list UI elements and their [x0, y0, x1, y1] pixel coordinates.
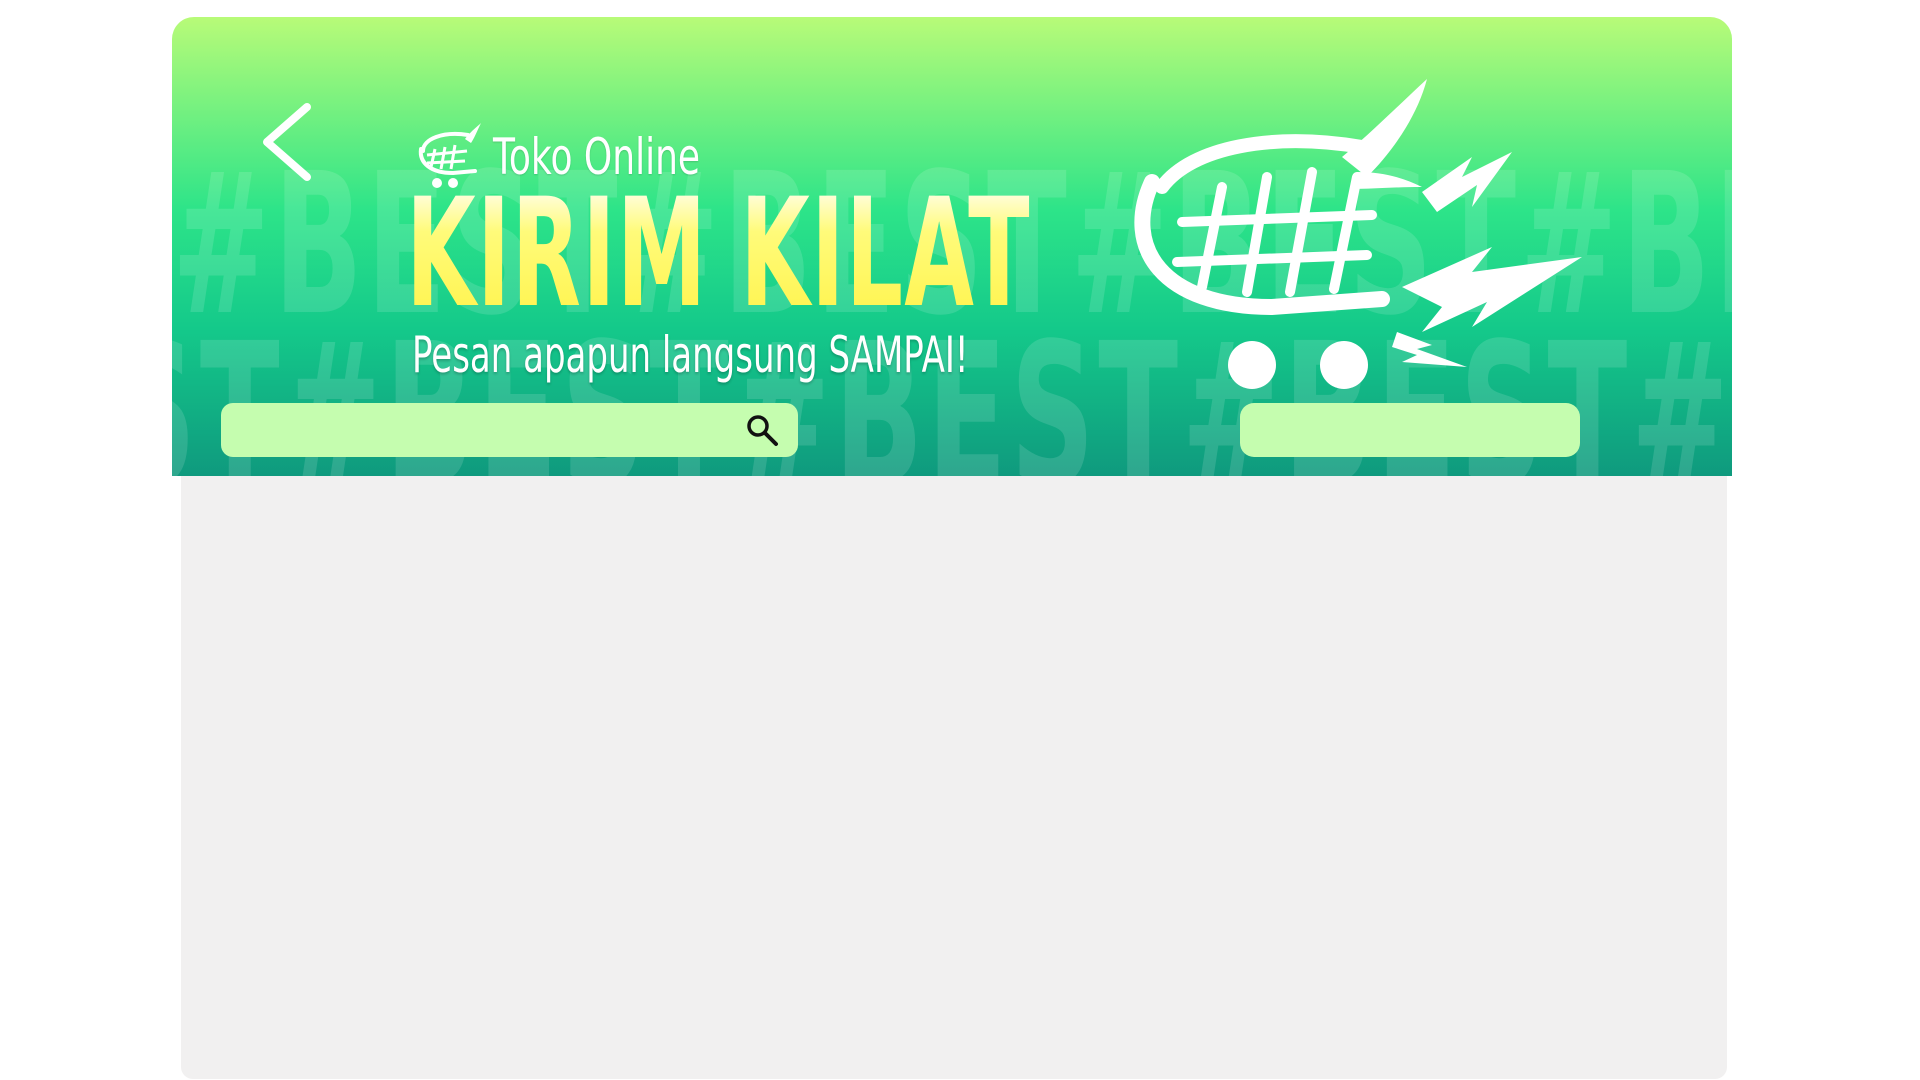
chevron-left-icon	[263, 103, 311, 181]
search-icon[interactable]	[744, 412, 780, 448]
right-action-box[interactable]	[1240, 403, 1580, 457]
tagline: Pesan apapun langsung SAMPAI!	[412, 326, 969, 384]
headline: KIRIM KILAT	[406, 167, 1031, 341]
back-button[interactable]	[237, 82, 327, 192]
cart-lightning-icon	[1134, 79, 1582, 389]
search-input[interactable]	[239, 409, 744, 451]
page: #BEST#BEST#BEST#BEST#BEST#BEST#BEST ST#B…	[0, 0, 1920, 1080]
header-banner: #BEST#BEST#BEST#BEST#BEST#BEST#BEST ST#B…	[172, 17, 1732, 476]
search-bar	[221, 403, 798, 457]
content-panel	[181, 470, 1727, 1079]
